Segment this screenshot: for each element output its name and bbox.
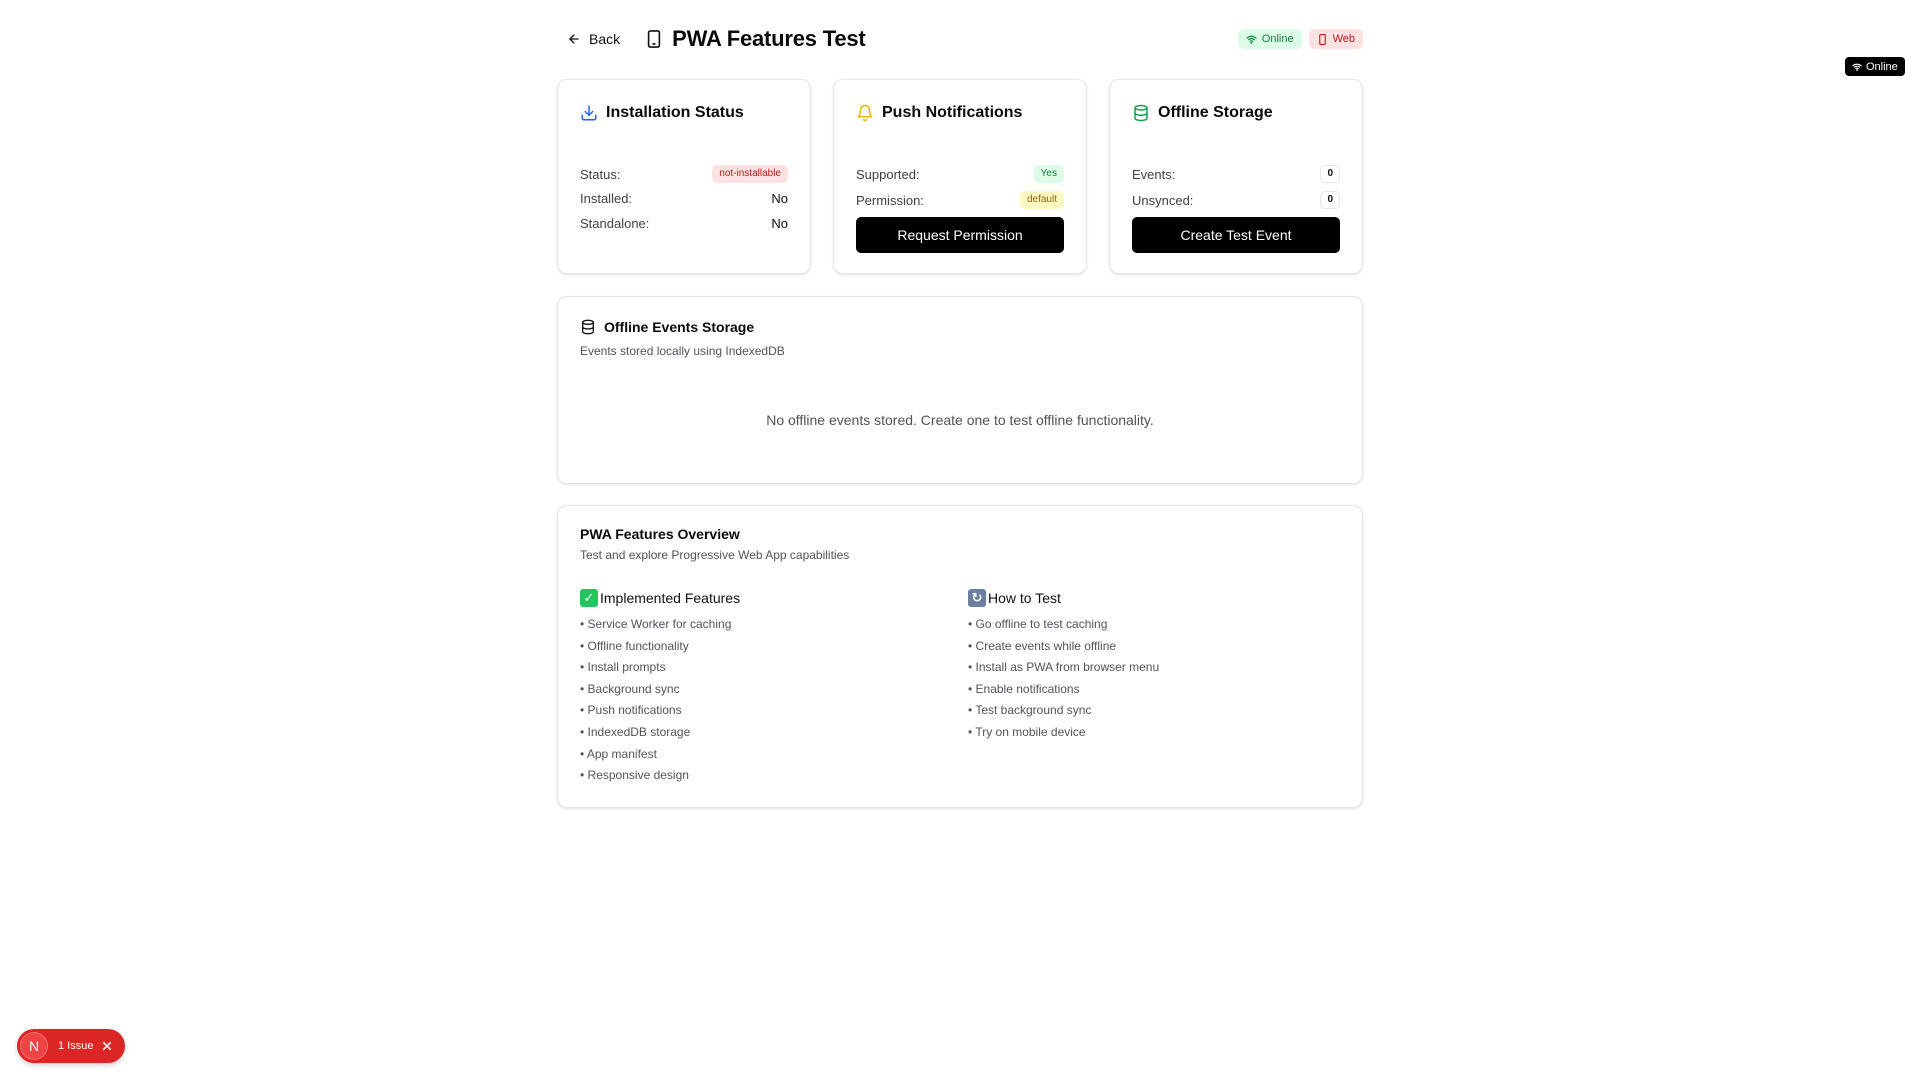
offline-events-subtitle: Events stored locally using IndexedDB xyxy=(580,344,785,358)
online-badge-label: Online xyxy=(1261,33,1294,45)
page-header: Back PWA Features Test Online Web xyxy=(557,24,1363,54)
create-test-event-button[interactable]: Create Test Event xyxy=(1132,217,1340,253)
list-item: • Install prompts xyxy=(580,660,666,675)
features-overview-card: PWA Features Overview Test and explore P… xyxy=(557,505,1363,808)
standalone-label: Standalone: xyxy=(580,216,650,231)
implemented-features-heading: ✓ Implemented Features xyxy=(580,588,940,608)
installed-value: No xyxy=(771,191,788,206)
online-badge: Online xyxy=(1237,29,1302,49)
checkmark-icon: ✓ xyxy=(580,589,598,607)
wifi-icon xyxy=(1246,35,1257,44)
issues-count-label[interactable]: 1 Issue xyxy=(58,1040,93,1052)
offline-storage-card: Offline Storage Events: 0 Unsynced: 0 Cr… xyxy=(1109,79,1363,274)
online-status-indicator: Online xyxy=(1845,57,1905,76)
events-label: Events: xyxy=(1132,166,1176,182)
list-item: • Test background sync xyxy=(968,703,1092,718)
web-badge-label: Web xyxy=(1332,33,1355,45)
list-item: • Service Worker for caching xyxy=(580,617,732,631)
permission-row: Permission: default xyxy=(856,191,1064,209)
online-status-label: Online xyxy=(1866,60,1898,73)
events-count-badge: 0 xyxy=(1320,165,1340,183)
how-to-test-heading: ↻ How to Test xyxy=(968,588,1328,608)
dev-issues-indicator[interactable]: N 1 Issue xyxy=(17,1029,125,1063)
smartphone-icon xyxy=(1318,33,1326,45)
status-badge: not-installable xyxy=(712,165,788,183)
implemented-features-list: • Service Worker for caching • Offline f… xyxy=(580,614,940,787)
installed-row: Installed: No xyxy=(580,191,788,206)
list-item: • Enable notifications xyxy=(968,681,1080,696)
list-item: • Background sync xyxy=(580,681,680,696)
database-icon xyxy=(582,319,594,335)
standalone-row: Standalone: No xyxy=(580,216,788,231)
back-button-label: Back xyxy=(589,31,621,47)
arrow-left-icon xyxy=(569,34,579,44)
wifi-icon xyxy=(1852,63,1862,71)
refresh-icon: ↻ xyxy=(968,589,986,607)
offline-events-title: Offline Events Storage xyxy=(580,319,754,335)
supported-badge: Yes xyxy=(1033,165,1064,183)
push-notifications-title: Push Notifications xyxy=(856,104,1022,122)
unsynced-row: Unsynced: 0 xyxy=(1132,191,1340,209)
list-item: • Try on mobile device xyxy=(968,724,1086,739)
list-item: • App manifest xyxy=(580,746,657,761)
features-overview-subtitle: Test and explore Progressive Web App cap… xyxy=(580,548,850,562)
nextjs-logo-icon[interactable]: N xyxy=(20,1032,48,1060)
database-icon xyxy=(1134,104,1148,122)
header-badges: Online Web xyxy=(1237,29,1363,49)
status-label: Status: xyxy=(580,166,621,182)
implemented-features-column: ✓ Implemented Features • Service Worker … xyxy=(580,588,940,787)
back-button[interactable]: Back xyxy=(567,31,620,47)
installation-status-card: Installation Status Status: not-installa… xyxy=(557,79,811,274)
supported-row: Supported: Yes xyxy=(856,165,1064,183)
web-badge: Web xyxy=(1308,29,1363,49)
list-item: • Responsive design xyxy=(580,768,689,783)
installed-label: Installed: xyxy=(580,191,633,206)
offline-events-card: Offline Events Storage Events stored loc… xyxy=(557,296,1363,484)
status-row: Status: not-installable xyxy=(580,165,788,183)
features-overview-title: PWA Features Overview xyxy=(580,526,740,542)
list-item: • Push notifications xyxy=(580,703,682,718)
standalone-value: No xyxy=(771,216,788,231)
list-item: • Offline functionality xyxy=(580,638,689,653)
supported-label: Supported: xyxy=(856,166,920,182)
permission-badge: default xyxy=(1019,191,1064,209)
list-item: • Install as PWA from browser menu xyxy=(968,660,1160,675)
unsynced-count-badge: 0 xyxy=(1320,191,1340,209)
offline-storage-title: Offline Storage xyxy=(1132,104,1273,122)
permission-label: Permission: xyxy=(856,192,924,208)
download-icon xyxy=(581,105,597,121)
events-row: Events: 0 xyxy=(1132,165,1340,183)
push-notifications-card: Push Notifications Supported: Yes Permis… xyxy=(833,79,1087,274)
smartphone-icon xyxy=(647,30,661,48)
list-item: • Go offline to test caching xyxy=(968,617,1108,631)
empty-state-message: No offline events stored. Create one to … xyxy=(766,412,1154,428)
unsynced-label: Unsynced: xyxy=(1132,192,1194,208)
how-to-test-list: • Go offline to test caching • Create ev… xyxy=(968,614,1328,744)
bell-icon xyxy=(857,104,873,122)
installation-status-title: Installation Status xyxy=(580,104,744,122)
request-permission-button[interactable]: Request Permission xyxy=(856,217,1064,253)
how-to-test-column: ↻ How to Test • Go offline to test cachi… xyxy=(968,588,1328,744)
list-item: • IndexedDB storage xyxy=(580,724,691,739)
close-icon[interactable] xyxy=(102,1041,112,1051)
page-title: PWA Features Test xyxy=(672,26,866,51)
list-item: • Create events while offline xyxy=(968,638,1117,653)
page-title-group: PWA Features Test xyxy=(646,26,866,52)
